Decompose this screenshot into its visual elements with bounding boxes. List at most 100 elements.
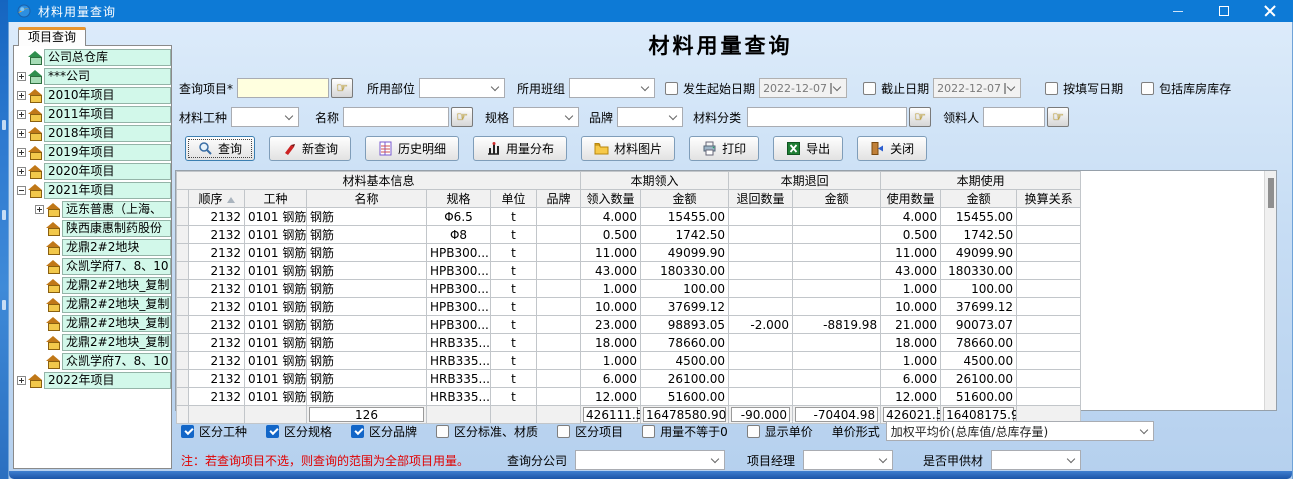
cell-conversion xyxy=(1017,244,1081,262)
close-button[interactable] xyxy=(1247,0,1293,22)
option-checkbox[interactable]: 区分规格 xyxy=(266,423,332,440)
expand-toggle-icon[interactable] xyxy=(35,205,44,214)
start-date-field[interactable]: 2022-12-07 xyxy=(759,78,847,98)
end-date-field[interactable]: 2022-12-07 xyxy=(933,78,1021,98)
expand-toggle-icon[interactable] xyxy=(17,129,26,138)
query-project-input[interactable] xyxy=(237,78,329,98)
tree-item[interactable]: 远东普惠（上海、 xyxy=(14,200,171,219)
manager-select[interactable] xyxy=(803,450,893,470)
scrollbar-thumb[interactable] xyxy=(1268,178,1274,208)
part-select[interactable] xyxy=(419,78,505,98)
expand-toggle-icon[interactable] xyxy=(17,186,26,195)
category-picker-button[interactable]: ☞ xyxy=(909,107,931,127)
query-project-picker-button[interactable]: ☞ xyxy=(331,78,353,98)
start-date-label: 发生起始日期 xyxy=(683,80,755,97)
tree-item[interactable]: 众凯学府7、8、10 xyxy=(14,257,171,276)
col-worktype[interactable]: 工种 xyxy=(245,190,307,208)
table-row[interactable]: 2132 0101 钢筋 钢筋 Φ6.5 t 4.000 15455.00 xyxy=(177,208,1081,226)
price-form-select[interactable]: 加权平均价(总库值/总库存量) xyxy=(886,421,1154,441)
tree-item[interactable]: ***公司 xyxy=(14,67,171,86)
expand-toggle-icon[interactable] xyxy=(17,148,26,157)
tree-item[interactable]: 龙鼎2#2地块_复制 xyxy=(14,295,171,314)
option-checkbox[interactable]: 区分标准、材质 xyxy=(436,423,538,440)
table-row[interactable]: 2132 0101 钢筋 钢筋 HRB335... t 18.000 78660… xyxy=(177,334,1081,352)
col-name[interactable]: 名称 xyxy=(307,190,427,208)
tree-item[interactable]: 龙鼎2#2地块_复制 xyxy=(14,314,171,333)
col-returned-amount[interactable]: 金额 xyxy=(793,190,881,208)
material-picture-button[interactable]: 材料图片 xyxy=(581,136,675,161)
col-received-amount[interactable]: 金额 xyxy=(641,190,729,208)
tree-item[interactable]: 龙鼎2#2地块_复制 xyxy=(14,276,171,295)
start-date-checkbox[interactable]: 发生起始日期 xyxy=(665,80,755,97)
tree-item[interactable]: 2021年项目 xyxy=(14,181,171,200)
tree-item[interactable]: 2018年项目 xyxy=(14,124,171,143)
export-button[interactable]: 导出 xyxy=(773,136,843,161)
history-detail-button[interactable]: 历史明细 xyxy=(365,136,459,161)
close-window-button[interactable]: 关闭 xyxy=(857,136,927,161)
col-returned-qty[interactable]: 退回数量 xyxy=(729,190,793,208)
col-brand[interactable]: 品牌 xyxy=(537,190,581,208)
expand-toggle-icon[interactable] xyxy=(17,376,26,385)
tree-item[interactable]: 龙鼎2#2地块_复制 xyxy=(14,333,171,352)
tree-item-label: 2010年项目 xyxy=(44,87,171,104)
table-row[interactable]: 2132 0101 钢筋 钢筋 HPB300... t 11.000 49099… xyxy=(177,244,1081,262)
print-button[interactable]: 打印 xyxy=(689,136,759,161)
new-query-button[interactable]: 新查询 xyxy=(269,136,351,161)
name-input[interactable] xyxy=(343,107,449,127)
minimize-button[interactable] xyxy=(1155,0,1201,22)
col-unit[interactable]: 单位 xyxy=(491,190,537,208)
expand-toggle-icon[interactable] xyxy=(17,167,26,176)
table-row[interactable]: 2132 0101 钢筋 钢筋 HPB300... t 1.000 100.00 xyxy=(177,280,1081,298)
name-picker-button[interactable]: ☞ xyxy=(451,107,473,127)
maximize-button[interactable] xyxy=(1201,0,1247,22)
picker-picker-button[interactable]: ☞ xyxy=(1047,107,1069,127)
option-checkbox[interactable]: 用量不等于0 xyxy=(642,423,728,440)
spec-select[interactable] xyxy=(513,107,579,127)
table-row[interactable]: 2132 0101 钢筋 钢筋 HPB300... t 43.000 18033… xyxy=(177,262,1081,280)
tree-item[interactable]: 龙鼎2#2地块 xyxy=(14,238,171,257)
table-row[interactable]: 2132 0101 钢筋 钢筋 HRB335... t 6.000 26100.… xyxy=(177,370,1081,388)
branch-select[interactable] xyxy=(575,450,725,470)
col-spec[interactable]: 规格 xyxy=(427,190,491,208)
table-row[interactable]: 2132 0101 钢筋 钢筋 HPB300... t 23.000 98893… xyxy=(177,316,1081,334)
tree-item[interactable]: 众凯学府7、8、10 xyxy=(14,352,171,371)
tree-item[interactable]: 公司总仓库 xyxy=(14,48,171,67)
tree-item[interactable]: 2011年项目 xyxy=(14,105,171,124)
usage-distribution-button[interactable]: 用量分布 xyxy=(473,136,567,161)
brand-select[interactable] xyxy=(617,107,683,127)
col-used-amount[interactable]: 金额 xyxy=(941,190,1017,208)
picker-input[interactable] xyxy=(983,107,1045,127)
col-used-qty[interactable]: 使用数量 xyxy=(881,190,941,208)
table-row[interactable]: 2132 0101 钢筋 钢筋 HRB335... t 12.000 51600… xyxy=(177,388,1081,406)
tree-item[interactable]: 2022年项目 xyxy=(14,371,171,390)
expand-toggle-icon[interactable] xyxy=(17,91,26,100)
cell-spec: Φ6.5 xyxy=(427,208,491,226)
table-row[interactable]: 2132 0101 钢筋 钢筋 HRB335... t 1.000 4500.0… xyxy=(177,352,1081,370)
expand-toggle-icon[interactable] xyxy=(17,72,26,81)
search-button[interactable]: 查询 xyxy=(185,136,255,161)
option-checkbox[interactable]: 区分工种 xyxy=(181,423,247,440)
total-row-count: 126 xyxy=(309,407,424,422)
supplied-select[interactable] xyxy=(991,450,1081,470)
col-received-qty[interactable]: 领入数量 xyxy=(581,190,641,208)
expand-toggle-icon[interactable] xyxy=(17,110,26,119)
option-checkbox[interactable]: 显示单价 xyxy=(747,423,813,440)
option-checkbox[interactable]: 区分项目 xyxy=(557,423,623,440)
tree-item[interactable]: 2010年项目 xyxy=(14,86,171,105)
by-fill-date-checkbox[interactable]: 按填写日期 xyxy=(1045,80,1123,97)
end-date-checkbox[interactable]: 截止日期 xyxy=(863,80,929,97)
tree-item[interactable]: 2020年项目 xyxy=(14,162,171,181)
table-row[interactable]: 2132 0101 钢筋 钢筋 HPB300... t 10.000 37699… xyxy=(177,298,1081,316)
team-select[interactable] xyxy=(569,78,655,98)
include-warehouse-checkbox[interactable]: 包括库房库存 xyxy=(1141,80,1231,97)
col-conversion[interactable]: 换算关系 xyxy=(1017,190,1081,208)
tree-item[interactable]: 2019年项目 xyxy=(14,143,171,162)
material-type-select[interactable] xyxy=(231,107,299,127)
tree-item[interactable]: 陕西康惠制药股份 xyxy=(14,219,171,238)
category-input[interactable] xyxy=(747,107,907,127)
option-checkbox[interactable]: 区分品牌 xyxy=(351,423,417,440)
col-seq[interactable]: 顺序 xyxy=(189,190,245,208)
vertical-scrollbar[interactable] xyxy=(1264,171,1276,410)
tab-project-query[interactable]: 项目查询 xyxy=(18,27,86,46)
table-row[interactable]: 2132 0101 钢筋 钢筋 Φ8 t 0.500 1742.50 0. xyxy=(177,226,1081,244)
